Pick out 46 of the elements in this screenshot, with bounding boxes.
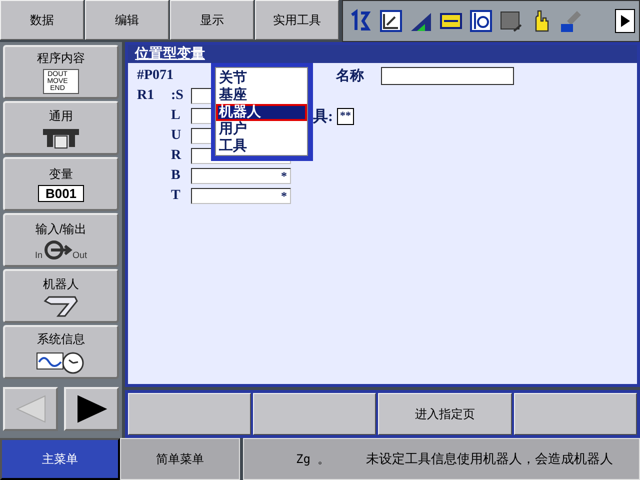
axis-label: L: [171, 108, 182, 124]
next-page-button[interactable]: [64, 387, 119, 431]
side-menu-button[interactable]: 变量 B001: [3, 157, 119, 211]
dropdown-option[interactable]: 关节: [216, 70, 307, 87]
axis-label: T: [171, 188, 182, 204]
blank-function-key[interactable]: [128, 393, 251, 435]
axis-label: R: [171, 148, 182, 164]
function-key[interactable]: 进入指定页: [378, 393, 512, 435]
axis-value-field[interactable]: *: [191, 188, 291, 204]
side-menu-button[interactable]: 机器人: [3, 269, 119, 323]
axis-value-field[interactable]: *: [191, 168, 291, 184]
dropdown-option[interactable]: 用户: [216, 121, 307, 138]
dropdown-option[interactable]: 机器人: [216, 104, 307, 121]
tool-value[interactable]: **: [337, 108, 354, 124]
dropdown-option[interactable]: 基座: [216, 87, 307, 104]
axis-label: :S: [171, 88, 184, 104]
robot-group-label: R1: [137, 88, 156, 104]
variable-icon: B001: [38, 185, 84, 202]
tool-label: 具:: [313, 108, 333, 126]
blank-function-key[interactable]: [514, 393, 637, 435]
tool-frame-icon[interactable]: [469, 9, 493, 33]
menu-button[interactable]: 数据: [0, 0, 84, 40]
name-field[interactable]: [381, 67, 514, 85]
menu-button[interactable]: 显示: [170, 0, 254, 40]
menu-button[interactable]: 编辑: [85, 0, 169, 40]
status-message: 未设定工具信息使用机器人，会造成机器人: [366, 451, 613, 468]
simple-menu-button[interactable]: 简单菜单: [120, 438, 240, 480]
side-menu-button[interactable]: 系统信息: [3, 325, 119, 379]
robot-arm-icon: [43, 294, 79, 316]
main-menu-button[interactable]: 主菜单: [0, 438, 120, 480]
gripper-icon: [41, 126, 81, 148]
name-label: 名称: [336, 67, 365, 85]
variable-number: #P071: [137, 68, 175, 84]
axis-label: B: [171, 168, 182, 184]
dropdown-option[interactable]: 工具: [216, 138, 307, 155]
window-icon[interactable]: [499, 9, 523, 33]
side-menu-button[interactable]: 输入/输出 In Out: [3, 213, 119, 267]
status-code: Zg 。: [296, 450, 331, 468]
panel-title: 位置型变量: [128, 45, 637, 63]
number-arrow-icon[interactable]: [349, 9, 373, 33]
axis-label: U: [171, 128, 182, 144]
blank-function-key[interactable]: [252, 393, 376, 435]
wave-clock-icon: [36, 350, 86, 374]
side-menu-button[interactable]: 通用: [3, 101, 119, 155]
menu-button[interactable]: 实用工具: [255, 0, 339, 40]
frame-axis-icon[interactable]: [379, 9, 403, 33]
